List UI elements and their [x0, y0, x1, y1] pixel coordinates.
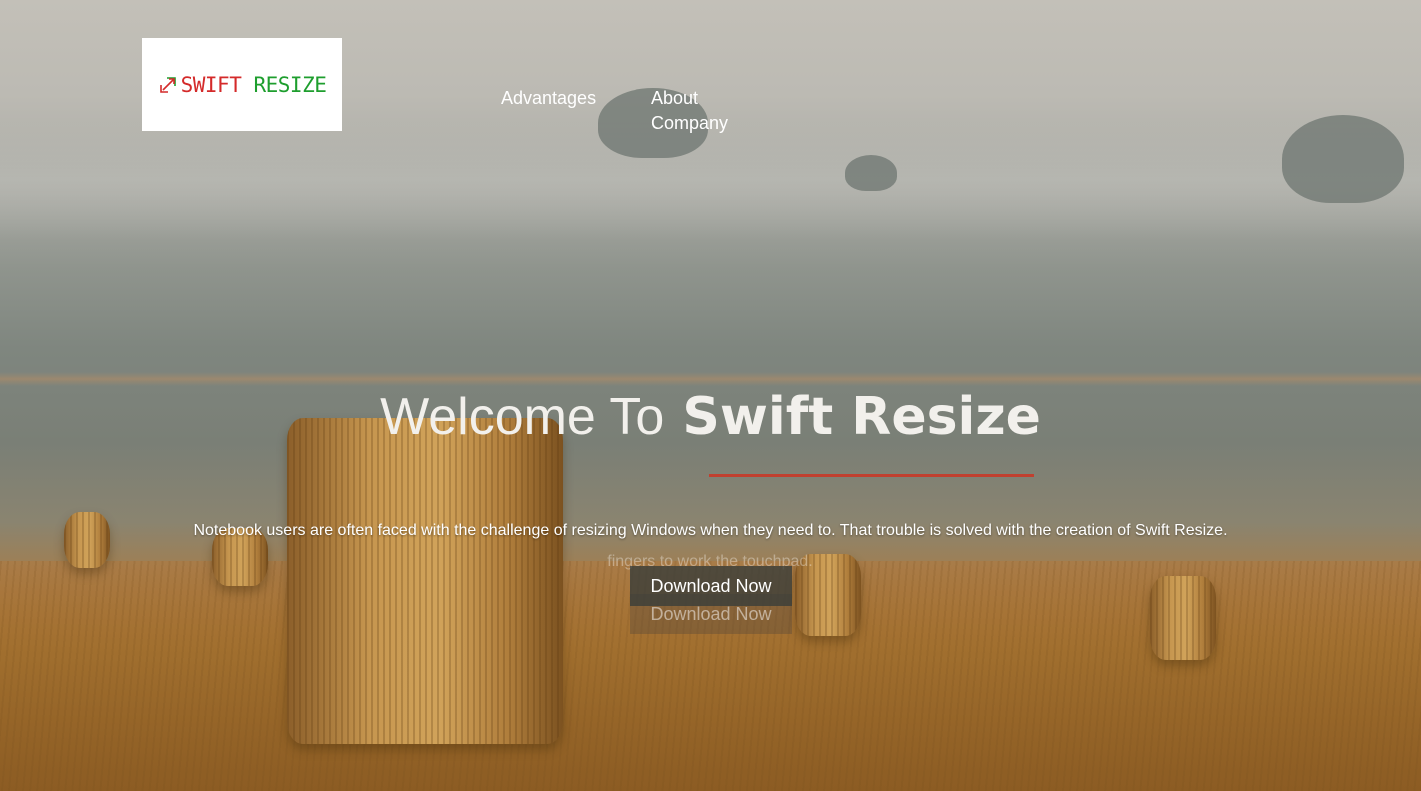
tree-right — [1282, 115, 1404, 203]
logo-text: SWIFT RESIZE — [181, 73, 327, 97]
logo[interactable]: SWIFT RESIZE — [142, 38, 342, 131]
tree-middle — [845, 155, 897, 191]
horizon-haze — [0, 120, 1421, 240]
title-light: Welcome To — [380, 388, 665, 446]
resize-arrow-icon — [159, 76, 176, 93]
nav-advantages[interactable]: Advantages — [501, 86, 651, 136]
main-nav: Advantages About Company — [501, 86, 751, 136]
logo-text-resize: RESIZE — [253, 72, 327, 97]
hay-bale-right — [1150, 576, 1216, 660]
hay-bale-large — [287, 418, 563, 744]
title-bold: Swift Resize — [682, 387, 1041, 447]
logo-text-swift: SWIFT — [180, 72, 242, 97]
nav-about-company[interactable]: About Company — [651, 86, 751, 136]
title-underline — [709, 474, 1034, 477]
page-title: Welcome To Swift Resize — [0, 384, 1421, 450]
download-button[interactable]: Download Now — [630, 566, 792, 606]
tagline: Notebook users are often faced with the … — [193, 522, 1228, 539]
hero-background: SWIFT RESIZE Advantages About Company We… — [0, 0, 1421, 791]
